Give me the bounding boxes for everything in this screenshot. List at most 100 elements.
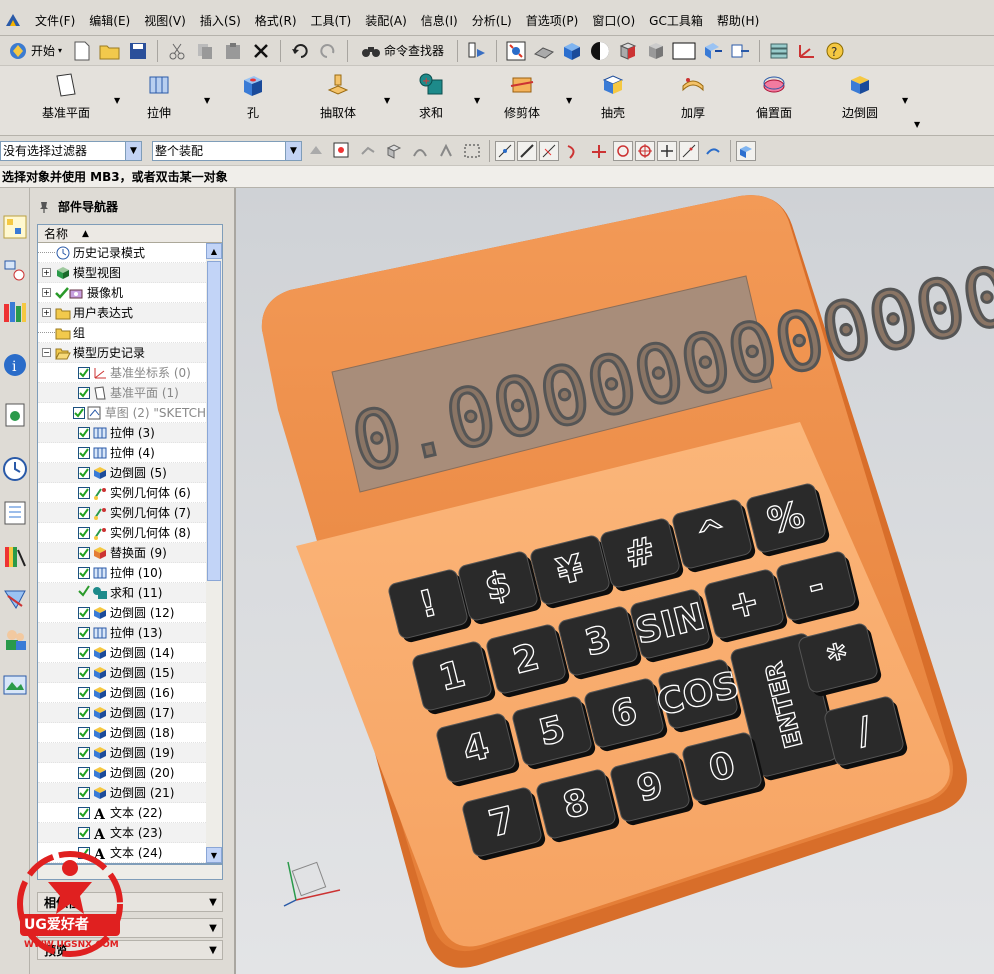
column-header-name[interactable]: 名称 ▲ — [38, 225, 222, 243]
part-navigator-icon[interactable] — [2, 298, 28, 324]
visibility-checkbox[interactable] — [78, 826, 90, 839]
process-studio-icon[interactable] — [2, 500, 28, 526]
delete-icon[interactable] — [249, 39, 273, 63]
visibility-checkbox[interactable] — [78, 506, 90, 519]
extract-body-button[interactable]: 抽取体 — [320, 72, 356, 121]
assembly-constraint-icon[interactable] — [728, 39, 752, 63]
hole-button[interactable]: 孔 — [240, 72, 266, 121]
select-body-icon[interactable] — [382, 139, 406, 163]
select-curve-icon[interactable] — [408, 139, 432, 163]
redo-icon[interactable] — [316, 39, 340, 63]
tree-row[interactable]: 边倒圆 (17) — [38, 703, 206, 723]
filter-settings-icon[interactable] — [304, 139, 328, 163]
visibility-checkbox[interactable] — [78, 386, 90, 399]
selection-info-icon[interactable] — [465, 39, 489, 63]
menu-item[interactable]: 编辑(E) — [82, 12, 137, 29]
graphics-window[interactable]: 0.000000000000 ! $ ¥ # ^% 1 2 3 SIN + -4 5 6 COS ENTER… — [236, 188, 994, 974]
tree-row[interactable]: 求和 (11) — [38, 583, 206, 603]
select-edge-icon[interactable] — [356, 139, 380, 163]
background-icon[interactable] — [672, 39, 696, 63]
visibility-checkbox[interactable] — [78, 666, 90, 679]
tree-row[interactable]: 边倒圆 (14) — [38, 643, 206, 663]
menu-item[interactable]: 首选项(P) — [519, 12, 586, 29]
render-style-icon[interactable] — [588, 39, 612, 63]
select-point-icon[interactable] — [434, 139, 458, 163]
select-feature-icon[interactable] — [330, 139, 354, 163]
tree-row[interactable]: 边倒圆 (16) — [38, 683, 206, 703]
collapse-icon[interactable]: − — [42, 348, 51, 357]
unite-button[interactable]: + 求和 — [418, 72, 444, 121]
extract-body-dropdown[interactable]: ▼ — [384, 96, 390, 105]
menu-item[interactable]: GC工具箱 — [642, 12, 710, 29]
tree-row[interactable]: 边倒圆 (19) — [38, 743, 206, 763]
snap-existing-point-icon[interactable] — [657, 140, 677, 161]
snap-midpoint-icon[interactable] — [539, 140, 559, 161]
visibility-checkbox[interactable] — [78, 746, 90, 759]
visibility-checkbox[interactable] — [78, 606, 90, 619]
visibility-checkbox[interactable] — [78, 786, 90, 799]
undo-icon[interactable] — [288, 39, 312, 63]
menu-item[interactable]: 分析(L) — [465, 12, 519, 29]
visibility-checkbox[interactable] — [78, 766, 90, 779]
expand-icon[interactable]: + — [42, 308, 51, 317]
unite-dropdown[interactable]: ▼ — [474, 96, 480, 105]
snap-line-icon[interactable] — [517, 140, 537, 161]
command-finder-button[interactable]: 命令查找器 — [355, 42, 450, 59]
visibility-checkbox[interactable] — [72, 406, 85, 419]
visibility-checkbox[interactable] — [78, 706, 90, 719]
hidden-edges-icon[interactable] — [644, 39, 668, 63]
tree-vertical-scrollbar[interactable]: ▲ ▼ — [206, 243, 222, 863]
tree-row[interactable]: 边倒圆 (15) — [38, 663, 206, 683]
visibility-checkbox[interactable] — [78, 566, 90, 579]
edge-blend-dropdown[interactable]: ▼ — [902, 96, 908, 105]
fit-view-icon[interactable] — [504, 39, 528, 63]
expand-icon[interactable]: + — [42, 288, 51, 297]
visibility-checkbox[interactable] — [78, 366, 90, 379]
snap-intersection-icon[interactable] — [587, 139, 611, 163]
trim-body-button[interactable]: 修剪体 — [504, 72, 540, 121]
visibility-checkbox[interactable] — [78, 486, 90, 499]
tree-row[interactable]: 基准坐标系 (0) — [38, 363, 206, 383]
scroll-down-icon[interactable]: ▼ — [206, 847, 222, 863]
assembly-navigator-icon[interactable] — [2, 214, 28, 240]
menu-item[interactable]: 视图(V) — [137, 12, 193, 29]
selection-filter-select[interactable]: 没有选择过滤器 ▼ — [0, 140, 142, 161]
save-icon[interactable] — [126, 39, 150, 63]
paste-icon[interactable] — [221, 39, 245, 63]
visibility-checkbox[interactable] — [78, 686, 90, 699]
snap-on-curve-icon[interactable] — [679, 140, 699, 161]
view-orient-icon[interactable] — [532, 39, 556, 63]
shaded-cube-icon[interactable] — [560, 39, 584, 63]
tree-row[interactable]: 拉伸 (3) — [38, 423, 206, 443]
datum-plane-button[interactable]: 基准平面 — [42, 72, 90, 121]
tree-row[interactable]: 拉伸 (4) — [38, 443, 206, 463]
offset-face-button[interactable]: 偏置面 — [756, 72, 792, 121]
start-button[interactable]: 开始 ▾ — [4, 41, 66, 61]
edge-blend-button[interactable]: 边倒圆 — [842, 72, 878, 121]
part-navigator-tree[interactable]: 名称 ▲ 历史记录模式 + 模型视图 + 摄像机 + 用户表达式组 − 模型历史记录 基准坐标系 … — [37, 224, 223, 864]
move-component-icon[interactable] — [700, 39, 724, 63]
tree-row[interactable]: 边倒圆 (5) — [38, 463, 206, 483]
tree-row[interactable]: 替换面 (9) — [38, 543, 206, 563]
tree-row[interactable]: 实例几何体 (6) — [38, 483, 206, 503]
history-icon[interactable] — [2, 456, 28, 482]
help-icon[interactable]: ? — [823, 39, 847, 63]
scroll-thumb[interactable] — [207, 261, 221, 581]
constraint-navigator-icon[interactable] — [2, 258, 28, 284]
calculator-model[interactable]: 0.000000000000 ! $ ¥ # ^ %1 2 3 SIN + -4 5 6 COS ENTER… — [236, 188, 994, 974]
datum-plane-dropdown[interactable]: ▼ — [114, 96, 120, 105]
trim-body-dropdown[interactable]: ▼ — [566, 96, 572, 105]
hd3d-tools-icon[interactable] — [2, 402, 28, 428]
snap-center-icon[interactable] — [613, 140, 633, 161]
tree-row[interactable]: + 用户表达式 — [38, 303, 206, 323]
open-folder-icon[interactable] — [98, 39, 122, 63]
snap-bounded-icon[interactable] — [736, 140, 756, 161]
menu-item[interactable]: 格式(R) — [248, 12, 304, 29]
tree-row[interactable]: 草图 (2) "SKETCH — [38, 403, 206, 423]
tree-row[interactable]: 基准平面 (1) — [38, 383, 206, 403]
tree-row[interactable]: 边倒圆 (12) — [38, 603, 206, 623]
menu-item[interactable]: 文件(F) — [28, 12, 82, 29]
extrude-dropdown[interactable]: ▼ — [204, 96, 210, 105]
visibility-checkbox[interactable] — [78, 526, 90, 539]
visibility-checkbox[interactable] — [78, 646, 90, 659]
